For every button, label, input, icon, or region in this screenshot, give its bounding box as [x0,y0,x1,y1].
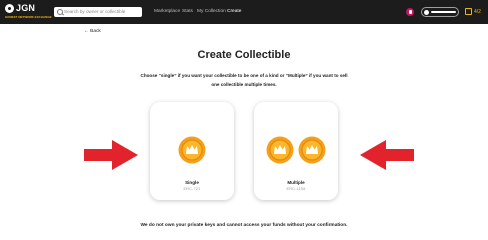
crown-coin-icon [266,136,294,164]
balance-toggle[interactable] [421,7,459,17]
nav-link-create[interactable]: Create [227,9,241,15]
logo-text: JGN [16,3,36,13]
nav-link-marketplace[interactable]: Marketplace [154,9,180,15]
single-crown-coin-icon [178,136,206,164]
arrow-left-icon [360,140,414,170]
search-icon [57,9,63,15]
nav-link-my-collection[interactable]: My Collection [197,9,226,15]
multiple-option-card[interactable]: Multiple ERC-1155 [254,102,338,200]
logo-subtext: HONEST NETWORK EXCHANGE [5,15,52,19]
footer-disclaimer: We do not own your private keys and cann… [140,223,348,228]
arrow-right-icon [84,140,138,170]
nav-link-stats[interactable]: Stats [182,9,193,15]
balance-bar [431,11,456,13]
search-input[interactable]: Search by owner or collectible [54,7,142,17]
wallet-count: 4/2 [474,9,481,15]
multiple-option-label: Multiple [287,180,305,185]
back-link[interactable]: ← Back [84,29,101,35]
page-title: Create Collectible [197,49,291,61]
search-placeholder: Search by owner or collectible [64,9,126,14]
balance-dot-icon [424,9,429,15]
logo-mark-icon [5,4,14,13]
wallet-icon[interactable] [465,8,472,15]
user-avatar[interactable] [406,8,414,16]
single-option-standard: ERC-721 [183,187,201,191]
multiple-option-standard: ERC-1155 [286,187,306,191]
single-option-label: Single [185,180,199,185]
single-option-card[interactable]: Single ERC-721 [150,102,234,200]
crown-coin-icon [298,136,326,164]
page-description: Choose “single” if you want your collect… [140,73,348,87]
jgn-logo[interactable]: JGN HONEST NETWORK EXCHANGE [5,3,53,21]
top-navigation-bar: JGN HONEST NETWORK EXCHANGE Search by ow… [0,0,488,24]
